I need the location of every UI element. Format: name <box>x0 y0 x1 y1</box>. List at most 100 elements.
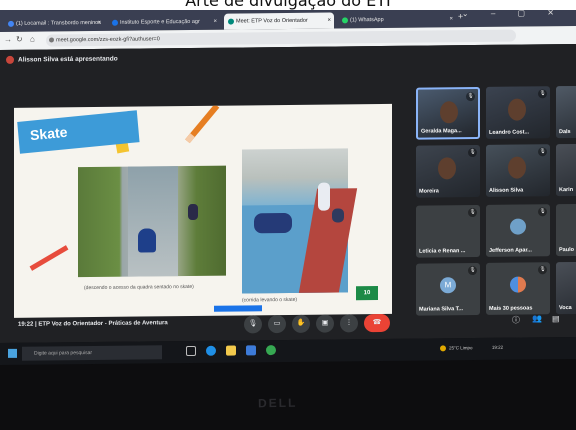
more-options-icon[interactable]: ⋮ <box>340 314 358 333</box>
lock-icon <box>49 37 54 43</box>
task-view-icon[interactable] <box>186 345 196 357</box>
tab-close-icon[interactable]: × <box>449 11 453 27</box>
participant-tile[interactable]: 🎙 Moreira <box>416 144 480 198</box>
presenter-avatar <box>6 55 14 64</box>
tab-whatsapp[interactable]: (1) WhatsApp × <box>338 11 456 28</box>
group-avatar-icon <box>510 276 526 293</box>
tab-favicon-icon <box>112 19 118 26</box>
windows-start-icon[interactable] <box>8 348 17 358</box>
tab-label: (1) WhatsApp <box>350 16 384 24</box>
camera-icon[interactable]: ▭ <box>268 315 286 334</box>
search-placeholder: Digite aqui para pesquisar <box>34 350 93 357</box>
tab-locamail[interactable]: (1) Locamail : Transbordo meninos × <box>4 15 104 32</box>
participant-tile[interactable]: 🎙Voca <box>556 261 576 315</box>
participant-tile[interactable]: 🎙 Leandro Cost... <box>486 86 550 139</box>
muted-mic-icon: 🎙 <box>468 148 477 158</box>
photo-caption-right: (corrida levando o skate) <box>242 296 298 304</box>
present-icon[interactable]: ▣ <box>316 314 334 333</box>
child-running <box>332 208 344 223</box>
participant-name: Moreira <box>419 188 439 195</box>
tab-close-icon[interactable]: × <box>327 13 331 29</box>
participant-tile[interactable]: M 🎙 Mariana Silva T... <box>416 262 480 316</box>
clock-text: 19:22 <box>491 344 504 351</box>
child-group <box>254 212 292 234</box>
weather-text: 25°C Limpo <box>449 345 473 351</box>
participant-tile[interactable]: 🎙 Alisson Silva <box>486 144 550 197</box>
chrome-icon[interactable] <box>266 345 276 356</box>
store-icon[interactable] <box>246 345 256 356</box>
url-text: meet.google.com/zzs-eozk-gfi?authuser=0 <box>56 36 160 44</box>
window-controls[interactable]: ⌄ – ▢ ✕ <box>462 10 564 18</box>
participant-tile[interactable]: 🎙Paulo <box>556 203 576 257</box>
taskbar-search[interactable]: Digite aqui para pesquisar <box>22 345 162 361</box>
muted-mic-icon: 🎙 <box>468 266 477 276</box>
tab-close-icon[interactable]: × <box>97 15 101 31</box>
tab-label: Instituto Esporte e Educação agr <box>120 18 200 26</box>
muted-mic-icon: 🎙 <box>538 265 547 275</box>
photo-of-monitor: (1) Locamail : Transbordo meninos × Inst… <box>0 10 576 430</box>
participant-name: Voca <box>559 305 572 312</box>
pencil-decoration <box>185 103 220 144</box>
participant-face <box>438 157 456 180</box>
system-tray: 25°C Limpo 19:22 <box>440 345 503 352</box>
pencil-decoration <box>29 245 69 271</box>
muted-mic-icon: 🎙 <box>468 208 477 218</box>
muted-mic-icon: 🎙 <box>538 89 547 99</box>
tab-instituto[interactable]: Instituto Esporte e Educação agr × <box>108 14 220 31</box>
stop-sharing-button[interactable] <box>214 305 262 312</box>
home-icon[interactable]: ⌂ <box>30 35 35 44</box>
participant-name: Leticia e Renan ... <box>419 248 466 255</box>
raise-hand-icon[interactable]: ✋ <box>292 314 310 333</box>
participant-avatar <box>510 218 526 235</box>
participant-name: Alisson Silva <box>489 187 524 194</box>
weather-icon <box>440 345 446 352</box>
people-icon[interactable]: 👥 <box>532 314 542 323</box>
participant-tile[interactable]: 🎙Karin <box>556 143 576 197</box>
muted-mic-icon: 🎙 <box>466 92 475 102</box>
mic-icon[interactable]: 🎙 <box>244 315 262 334</box>
tab-close-icon[interactable]: × <box>213 14 217 30</box>
participant-face <box>508 98 526 121</box>
meet-favicon-icon <box>228 18 234 25</box>
participant-name: Jefferson Apar... <box>489 247 532 254</box>
tab-label: (1) Locamail : Transbordo meninos <box>16 19 101 27</box>
participant-name: Karin <box>559 186 574 194</box>
presenter-text: Alisson Silva está apresentando <box>18 55 118 64</box>
monitor-screen: (1) Locamail : Transbordo meninos × Inst… <box>0 10 576 380</box>
image-caption: Arte de divulgação do ETI <box>0 0 576 10</box>
participant-tile[interactable]: 🎙 Jefferson Apar... <box>486 204 550 257</box>
caption-text: Arte de divulgação do ETI <box>185 0 391 10</box>
slide-page-number: 10 <box>356 286 378 301</box>
address-bar[interactable]: meet.google.com/zzs-eozk-gfi?authuser=0 <box>46 29 516 47</box>
participant-tile[interactable]: 🎙 Geralda Maga... <box>416 86 480 140</box>
muted-mic-icon: 🎙 <box>538 147 547 157</box>
child-standing <box>318 182 330 211</box>
photo-skate-ramp <box>78 165 226 278</box>
leave-call-button[interactable]: ☎ <box>364 313 390 333</box>
participant-grid: 🎙Geralda Maga...🎙Leandro Cost... 🎙Dals 🎙 Mo… <box>416 85 576 328</box>
muted-mic-icon: 🎙 <box>538 207 547 217</box>
chat-icon[interactable]: ▤ <box>552 314 560 323</box>
participant-name: Mais 30 pessoas <box>489 305 533 312</box>
participant-tile[interactable]: 🎙Dals <box>556 85 576 139</box>
child-on-skate <box>138 228 156 253</box>
reload-icon[interactable]: ↻ <box>16 35 23 44</box>
windows-taskbar: Digite aqui para pesquisar 25°C Limpo 19… <box>0 336 576 365</box>
meeting-info: 19:22 | ETP Voz do Orientador - Práticas… <box>18 320 168 328</box>
participant-face <box>440 101 458 124</box>
tab-meet[interactable]: Meet: ETP Voz do Orientador × <box>224 12 334 30</box>
file-explorer-icon[interactable] <box>226 345 236 356</box>
shared-slide: Skate (descendo o acesso da quadra senta… <box>14 103 392 318</box>
participant-avatar: M <box>440 277 456 294</box>
participant-name: Paulo <box>559 246 574 254</box>
whatsapp-favicon-icon <box>342 16 348 23</box>
photo-skate-court <box>242 148 358 294</box>
child-background <box>188 203 198 221</box>
presenter-banner: Alisson Silva está apresentando <box>6 55 118 64</box>
edge-icon[interactable] <box>206 345 216 356</box>
participant-tile[interactable]: 🎙 Leticia e Renan ... <box>416 204 480 258</box>
info-icon[interactable]: ⓘ <box>512 315 520 326</box>
dell-logo: DELL <box>257 395 298 411</box>
participant-tile[interactable]: 🎙 Mais 30 pessoas <box>486 262 550 315</box>
forward-arrow-icon[interactable]: → <box>4 35 12 44</box>
